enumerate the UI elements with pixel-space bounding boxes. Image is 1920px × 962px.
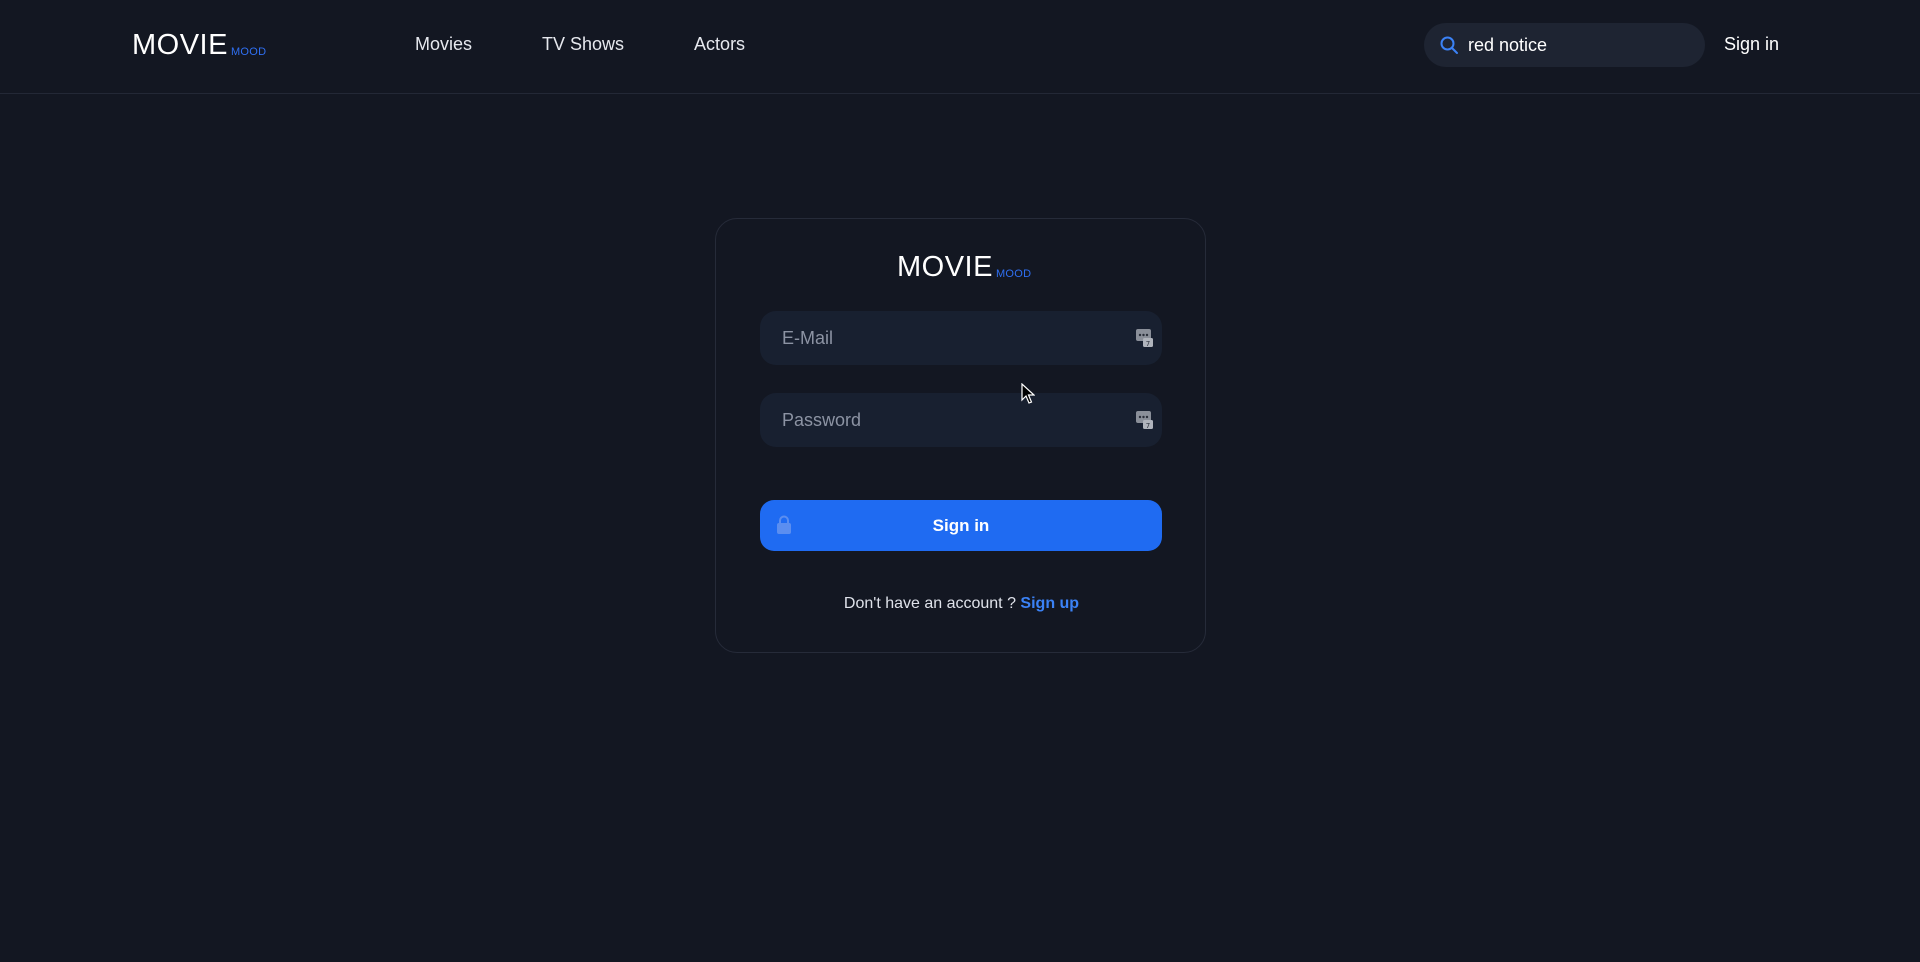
login-card: MOVIE MOOD 7 7 Sign in Don't have an acc… [715, 218, 1206, 653]
signup-prompt-text: Don't have an account ? [843, 595, 1016, 612]
email-input[interactable] [760, 311, 1120, 365]
nav-actors[interactable]: Actors [694, 34, 745, 55]
nav-tv-shows[interactable]: TV Shows [542, 34, 624, 55]
logo-main-text: MOVIE [132, 29, 228, 61]
password-manager-key-icon[interactable]: 7 [1136, 410, 1154, 430]
email-field[interactable]: 7 [760, 311, 1162, 365]
top-navbar: MOVIE MOOD Movies TV Shows Actors Sign i… [0, 0, 1920, 94]
site-logo[interactable]: MOVIE MOOD [132, 31, 266, 60]
signin-button-label: Sign in [932, 515, 990, 535]
logo-sub-text: MOOD [230, 46, 267, 58]
signin-button[interactable]: Sign in [760, 500, 1162, 551]
nav-movies[interactable]: Movies [415, 34, 472, 55]
password-input[interactable] [760, 393, 1120, 447]
search-input[interactable] [1468, 23, 1693, 67]
password-field[interactable]: 7 [760, 393, 1162, 447]
mouse-cursor-icon [1021, 383, 1035, 404]
svg-text:7: 7 [1146, 422, 1150, 430]
lock-icon [777, 515, 791, 534]
logo-main-text: MOVIE [897, 251, 993, 283]
signup-link[interactable]: Sign up [1020, 595, 1079, 612]
password-manager-key-icon[interactable]: 7 [1136, 328, 1154, 348]
search-box[interactable] [1424, 23, 1705, 67]
card-logo: MOVIE MOOD [897, 253, 1031, 282]
signup-prompt: Don't have an account ? Sign up [716, 595, 1207, 613]
header-signin-link[interactable]: Sign in [1724, 34, 1779, 55]
main-nav: Movies TV Shows Actors [415, 34, 815, 55]
svg-text:7: 7 [1146, 340, 1150, 348]
search-icon [1440, 36, 1458, 54]
logo-sub-text: MOOD [995, 268, 1032, 280]
